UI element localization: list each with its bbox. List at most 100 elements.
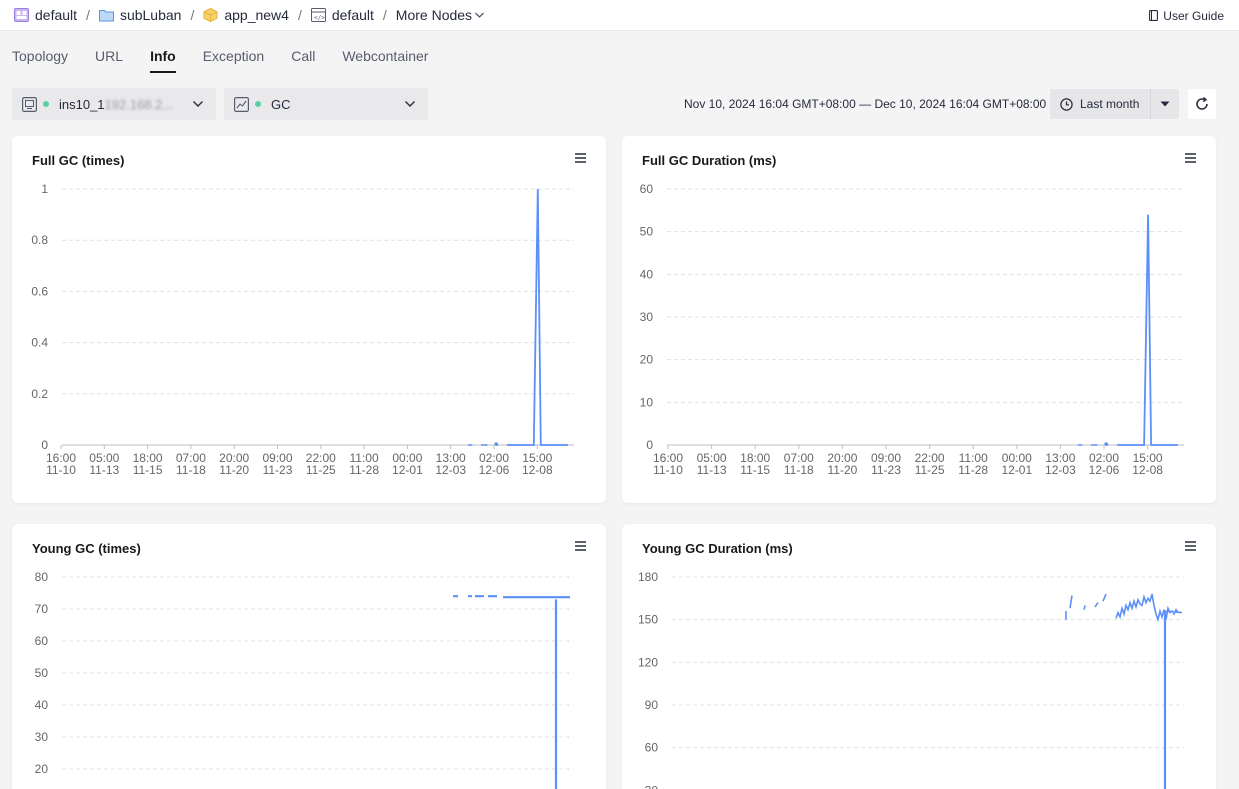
x-tick-label: 11-10 <box>653 463 683 477</box>
refresh-icon <box>1196 96 1208 110</box>
status-dot <box>43 101 49 107</box>
period-select-divider <box>1150 89 1151 119</box>
x-tick-label: 12-03 <box>435 463 466 477</box>
breadcrumb-label: default <box>331 7 374 23</box>
x-tick-label: 11-20 <box>219 463 249 477</box>
document-icon <box>1149 10 1159 21</box>
chart-card-full-gc-duration: Full GC Duration (ms) 0 10 20 30 40 50 60 16:00… <box>622 136 1216 503</box>
x-tick-label: 12-08 <box>522 463 553 477</box>
folder-icon <box>98 10 114 22</box>
chart-card-full-gc-times: Full GC (times) 0 0.2 0.4 0.6 0.8 1 16:00 11-10… <box>12 136 606 503</box>
chart-card-young-gc-duration: Young GC Duration (ms) 306090120150180 <box>622 524 1216 789</box>
tab-exception[interactable]: Exception <box>203 46 264 72</box>
breadcrumb-item-project[interactable]: default <box>14 7 77 23</box>
component-icon: </> <box>310 8 326 22</box>
x-tick-label: 11-20 <box>827 463 857 477</box>
instance-select-value: ins10_1 <box>59 96 105 112</box>
y-tick-label: 40 <box>640 267 654 281</box>
breadcrumb-separator: / <box>86 7 90 23</box>
y-tick-label: 40 <box>35 698 49 712</box>
instance-select-masked: 192.168.2... <box>104 96 174 112</box>
x-tick-label: 12-01 <box>392 463 423 477</box>
y-tick-label: 0.4 <box>31 336 48 350</box>
series-line <box>1117 214 1178 446</box>
x-tick-label: 11-13 <box>697 463 727 477</box>
tab-webcontainer[interactable]: Webcontainer <box>342 46 428 72</box>
full-gc-times-chart: 00.20.40.60.8116:0011-1005:0011-1318:001… <box>31 182 574 477</box>
tab-topology[interactable]: Topology <box>12 46 68 72</box>
tab-bar: Topology URL Info Exception Call Webcont… <box>12 46 455 73</box>
y-tick-label: 0.2 <box>31 387 48 401</box>
x-tick-label: 12-01 <box>1001 463 1032 477</box>
y-tick-label: 30 <box>645 783 659 789</box>
x-tick-label: 11-25 <box>915 463 945 477</box>
period-select-value: Last month <box>1080 97 1140 111</box>
instance-select[interactable]: ins10_1 192.168.2... <box>12 88 216 120</box>
chevron-down-icon <box>475 12 485 18</box>
tab-call[interactable]: Call <box>291 46 315 72</box>
status-dot <box>255 101 261 107</box>
young-gc-times-chart: 20 30 40 50 60 70 80 <box>35 570 574 789</box>
tab-info[interactable]: Info <box>150 46 176 73</box>
y-tick-label: 20 <box>35 762 49 776</box>
y-tick-label: 1 <box>41 182 48 196</box>
instance-icon <box>22 96 37 112</box>
y-tick-label: 0 <box>646 438 653 452</box>
breadcrumb-separator: / <box>382 7 387 23</box>
x-tick-label: 11-23 <box>871 463 901 477</box>
breadcrumb-separator: / <box>297 7 302 23</box>
metric-select[interactable]: GC <box>224 88 428 120</box>
project-icon <box>14 8 29 22</box>
chart-card-young-gc-times: Young GC (times) 20 30 40 50 60 70 80 <box>12 524 606 789</box>
series-line <box>506 188 568 446</box>
user-guide-label: User Guide <box>1163 8 1224 23</box>
y-tick-label: 20 <box>640 353 654 367</box>
full-gc-duration-chart: 010203040506016:0011-1005:0011-1318:0011… <box>640 182 1184 477</box>
x-tick-label: 12-08 <box>1132 463 1163 477</box>
x-tick-label: 11-18 <box>784 463 814 477</box>
chevron-down-icon <box>193 101 203 107</box>
y-tick-label: 50 <box>640 225 654 239</box>
caret-down-icon[interactable] <box>1160 101 1170 107</box>
x-tick-label: 12-06 <box>479 463 510 477</box>
x-tick-label: 11-18 <box>176 463 206 477</box>
more-nodes-dropdown[interactable]: More Nodes <box>396 7 485 23</box>
metric-select-value: GC <box>271 96 291 112</box>
y-tick-label: 0.8 <box>31 233 48 247</box>
refresh-button[interactable] <box>1188 89 1216 119</box>
breadcrumb-item-app[interactable]: app_new4 <box>203 7 289 23</box>
breadcrumb-separator: / <box>190 7 195 23</box>
y-tick-label: 70 <box>35 602 49 616</box>
y-tick-label: 60 <box>35 634 49 648</box>
y-tick-label: 150 <box>638 613 658 627</box>
period-select[interactable]: Last month <box>1050 89 1179 119</box>
x-tick-label: 12-03 <box>1045 463 1076 477</box>
x-tick-label: 11-15 <box>740 463 770 477</box>
breadcrumb-label: default <box>35 7 78 23</box>
svg-text:</>: </> <box>314 15 325 22</box>
breadcrumb-item-folder[interactable]: subLuban <box>98 7 182 23</box>
y-tick-label: 30 <box>640 310 654 324</box>
breadcrumb-label: subLuban <box>119 7 182 23</box>
tab-url[interactable]: URL <box>95 46 123 72</box>
breadcrumb: default / subLuban / app_new4 / </> defa… <box>0 0 485 30</box>
y-tick-label: 180 <box>638 570 658 584</box>
x-tick-label: 11-28 <box>958 463 988 477</box>
x-tick-label: 11-10 <box>46 463 76 477</box>
y-tick-label: 60 <box>645 741 659 755</box>
y-tick-label: 60 <box>640 182 654 196</box>
breadcrumb-label: app_new4 <box>224 7 289 23</box>
x-tick-label: 12-06 <box>1089 463 1120 477</box>
x-tick-label: 11-15 <box>133 463 163 477</box>
y-tick-label: 0.6 <box>31 284 48 298</box>
y-tick-label: 10 <box>640 395 654 409</box>
series-point <box>1104 442 1108 446</box>
user-guide-link[interactable]: User Guide <box>1149 0 1224 31</box>
young-gc-duration-chart: 30 60 90 120 150 180 <box>638 570 1184 789</box>
x-tick-label: 11-13 <box>89 463 119 477</box>
top-bar: default / subLuban / app_new4 / </> defa… <box>0 0 1239 31</box>
x-tick-label: 11-28 <box>349 463 379 477</box>
clock-icon <box>1060 97 1073 111</box>
breadcrumb-item-env[interactable]: </> default <box>310 7 374 23</box>
more-nodes-label: More Nodes <box>395 7 473 23</box>
